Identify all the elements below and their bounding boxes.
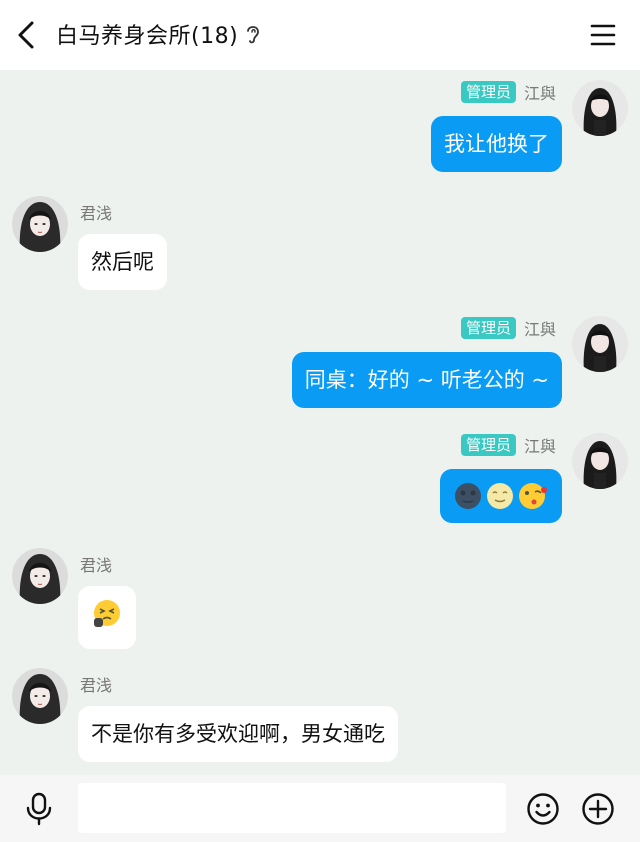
emoji-bubble[interactable] — [78, 586, 136, 649]
persevering-face-icon — [94, 600, 120, 627]
admin-badge: 管理员 — [460, 434, 516, 456]
sender-name: 江與 — [523, 437, 556, 456]
sender-name: 君浅 — [80, 204, 113, 223]
emoji-bubble[interactable] — [440, 469, 562, 523]
input-bar — [0, 775, 640, 842]
sender-name: 君浅 — [80, 556, 113, 575]
message-item: 管理员 江與 同桌：好的 ~ 听老公的 ~ — [0, 306, 640, 416]
sender-name: 江與 — [523, 320, 556, 339]
message-bubble[interactable]: 然后呢 — [78, 234, 167, 290]
avatar[interactable] — [12, 668, 68, 724]
avatar[interactable] — [12, 196, 68, 252]
message-item: 管理员 江與 — [0, 423, 640, 533]
ear-icon — [247, 26, 260, 44]
message-list[interactable]: 管理员 江與 我让他换了 君浅 然后呢 管理员 江與 同桌：好的 ~ 听老公的 … — [0, 70, 640, 775]
message-item: 管理员 江與 我让他换了 — [0, 70, 640, 180]
message-bubble[interactable]: 我让他换了 — [431, 116, 562, 172]
plus-circle-icon[interactable] — [581, 792, 615, 826]
menu-icon[interactable] — [590, 22, 616, 48]
sender-name: 江與 — [523, 84, 556, 103]
avatar[interactable] — [572, 80, 628, 136]
avatar[interactable] — [12, 548, 68, 604]
message-item: 君浅 不是你有多受欢迎啊，男女通吃 — [0, 668, 640, 768]
sender-meta: 君浅 — [80, 200, 112, 224]
kiss-face-icon — [519, 483, 547, 509]
avatar[interactable] — [572, 316, 628, 372]
message-bubble[interactable]: 不是你有多受欢迎啊，男女通吃 — [78, 706, 398, 762]
sender-meta: 君浅 — [80, 552, 112, 576]
emoji-row — [453, 481, 549, 511]
chat-header: 白马养身会所(18) — [0, 0, 640, 70]
message-bubble[interactable]: 同桌：好的 ~ 听老公的 ~ — [291, 352, 562, 408]
microphone-icon[interactable] — [24, 792, 54, 826]
message-item: 君浅 — [0, 548, 640, 649]
sender-meta: 管理员 江與 — [460, 316, 556, 340]
avatar[interactable] — [572, 433, 628, 489]
smiley-icon[interactable] — [526, 792, 560, 826]
admin-badge: 管理员 — [460, 317, 516, 339]
dark-moon-face-icon — [455, 483, 481, 509]
sender-name: 君浅 — [80, 676, 113, 695]
message-item: 君浅 然后呢 — [0, 196, 640, 296]
title-group[interactable]: 白马养身会所(18) — [56, 18, 262, 50]
smiling-moon-face-icon — [487, 483, 513, 509]
sender-meta: 君浅 — [80, 672, 112, 696]
message-input[interactable] — [78, 783, 506, 833]
admin-badge: 管理员 — [460, 81, 516, 103]
chat-title: 白马养身会所(18) — [56, 24, 239, 49]
back-arrow-icon[interactable] — [14, 20, 40, 50]
sender-meta: 管理员 江與 — [460, 80, 556, 104]
sender-meta: 管理员 江與 — [460, 433, 556, 457]
